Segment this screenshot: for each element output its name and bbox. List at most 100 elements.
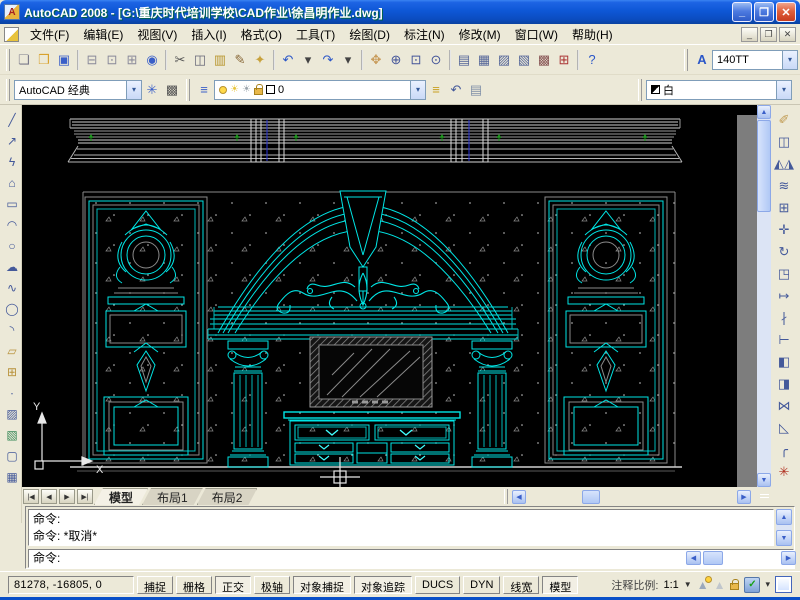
pan-icon[interactable]: ✥ [366, 49, 386, 71]
chamfer-icon[interactable]: ◺ [773, 417, 795, 439]
line-icon[interactable]: ╱ [3, 109, 22, 130]
status-toggle[interactable]: 对象捕捉 [293, 576, 351, 594]
undo-icon[interactable]: ↶ [278, 49, 298, 71]
tab-nav-last[interactable]: ▶| [77, 489, 93, 504]
command-scrollbar[interactable]: ▲ ▼ [776, 509, 792, 546]
scroll-down-arrow[interactable]: ▼ [776, 530, 792, 546]
copy-icon[interactable]: ◫ [773, 131, 795, 153]
zoom-realtime-icon[interactable]: ⊕ [386, 49, 406, 71]
toolbar-separator[interactable] [273, 50, 275, 70]
status-toggle[interactable]: 正交 [215, 576, 251, 594]
join-icon[interactable]: ⋈ [773, 395, 795, 417]
drawing-viewport[interactable]: Y X [22, 105, 757, 487]
command-history[interactable]: 命令:命令: *取消* [28, 509, 774, 546]
menu-item[interactable]: 视图(V) [130, 27, 184, 43]
ellipse-icon[interactable]: ◯ [3, 298, 22, 319]
tab-nav-next[interactable]: ▶ [59, 489, 75, 504]
explode-icon[interactable]: ✳ [773, 461, 795, 483]
plot-preview-icon[interactable]: ⊡ [102, 49, 122, 71]
scroll-up-arrow[interactable]: ▲ [757, 105, 771, 119]
make-block-icon[interactable]: ⊞ [3, 361, 22, 382]
doc-restore-button[interactable]: ❐ [760, 27, 777, 42]
spline-icon[interactable]: ∿ [3, 277, 22, 298]
ellipse-arc-icon[interactable]: ◝ [3, 319, 22, 340]
status-toggle[interactable]: 栅格 [176, 576, 212, 594]
status-toggle[interactable]: 捕捉 [137, 576, 173, 594]
horizontal-scroll-thumb[interactable] [703, 551, 723, 565]
layer-combo[interactable]: ☀ ☀ 0 ▾ [214, 80, 426, 100]
menu-item[interactable]: 插入(I) [184, 27, 233, 43]
mirror-icon[interactable]: ◭◮ [773, 153, 795, 175]
command-input[interactable]: 命令: [28, 549, 794, 568]
toolbar-separator[interactable] [165, 50, 167, 70]
workspace-settings-icon[interactable]: ✳ [142, 79, 162, 101]
gradient-icon[interactable]: ▧ [3, 424, 22, 445]
chevron-down-icon[interactable]: ▾ [126, 81, 141, 99]
annotation-scale-value[interactable]: 1:1 [663, 579, 678, 591]
toolbar-grip[interactable] [6, 49, 10, 71]
toolbar-grip[interactable] [638, 79, 642, 101]
region-icon[interactable]: ▢ [3, 445, 22, 466]
open-folder-icon[interactable]: ❒ [34, 49, 54, 71]
plot-icon[interactable]: ⊟ [82, 49, 102, 71]
markup-set-manager-icon[interactable]: ▩ [534, 49, 554, 71]
stretch-icon[interactable]: ↦ [773, 285, 795, 307]
status-menu-arrow-icon[interactable]: ▾ [765, 579, 770, 590]
move-icon[interactable]: ✛ [773, 219, 795, 241]
chevron-down-icon[interactable]: ▾ [776, 81, 791, 99]
scale-icon[interactable]: ◳ [773, 263, 795, 285]
hscroll-right-arrow[interactable]: ▶ [781, 551, 796, 565]
quickcalc-icon[interactable]: ⊞ [554, 49, 574, 71]
tab-scroll-splitter[interactable] [504, 489, 508, 504]
toolbar-separator[interactable] [77, 50, 79, 70]
block-editor-icon[interactable]: ✦ [250, 49, 270, 71]
extend-icon[interactable]: ⊢ [773, 329, 795, 351]
menu-item[interactable]: 标注(N) [397, 27, 452, 43]
sheet-set-manager-icon[interactable]: ▧ [514, 49, 534, 71]
tool-palettes-icon[interactable]: ▨ [494, 49, 514, 71]
chevron-down-icon[interactable]: ▾ [410, 81, 425, 99]
break-icon[interactable]: ◨ [773, 373, 795, 395]
zoom-window-icon[interactable]: ⊡ [406, 49, 426, 71]
make-object-layer-current-icon[interactable]: ≡ [426, 79, 446, 101]
hatch-icon[interactable]: ▨ [3, 403, 22, 424]
insert-block-icon[interactable]: ▱ [3, 340, 22, 361]
undo-dropdown-icon[interactable]: ▾ [298, 49, 318, 71]
break-at-point-icon[interactable]: ◧ [773, 351, 795, 373]
annotation-scale-arrow-icon[interactable]: ▼ [684, 580, 692, 589]
layer-states-manager-icon[interactable]: ▤ [466, 79, 486, 101]
menu-item[interactable]: 修改(M) [452, 27, 508, 43]
match-properties-icon[interactable]: ✎ [230, 49, 250, 71]
erase-icon[interactable]: ✐ [773, 109, 795, 131]
status-toggle[interactable]: 线宽 [503, 576, 539, 594]
layout-tab[interactable]: 布局1 [142, 488, 203, 505]
fillet-icon[interactable]: ╭ [773, 439, 795, 461]
rectangle-icon[interactable]: ▭ [3, 193, 22, 214]
color-combo[interactable]: 白 ▾ [646, 80, 792, 100]
hscroll-right-arrow[interactable]: ▶ [737, 490, 751, 504]
layout-tab[interactable]: 模型 [94, 488, 148, 505]
scroll-down-arrow[interactable]: ▼ [757, 473, 771, 487]
zoom-previous-icon[interactable]: ⊙ [426, 49, 446, 71]
menu-item[interactable]: 编辑(E) [76, 27, 130, 43]
workspace-save-icon[interactable]: ▩ [162, 79, 182, 101]
redo-dropdown-icon[interactable]: ▾ [338, 49, 358, 71]
toolbar-grip[interactable] [684, 49, 688, 71]
help-icon[interactable]: ? [582, 49, 602, 71]
menu-item[interactable]: 文件(F) [23, 27, 76, 43]
array-icon[interactable]: ⊞ [773, 197, 795, 219]
designcenter-icon[interactable]: ▦ [474, 49, 494, 71]
scroll-up-arrow[interactable]: ▲ [776, 509, 792, 525]
trim-icon[interactable]: ∤ [773, 307, 795, 329]
doc-close-button[interactable]: ✕ [779, 27, 796, 42]
status-toggle[interactable]: 模型 [542, 576, 578, 594]
vertical-scrollbar[interactable]: ▲ ▼ [757, 105, 771, 487]
interface-lock-check-icon[interactable]: ✓ [744, 577, 760, 593]
hscroll-left-arrow[interactable]: ◀ [512, 490, 526, 504]
status-toggle[interactable]: 极轴 [254, 576, 290, 594]
new-file-icon[interactable]: ❏ [14, 49, 34, 71]
menu-item[interactable]: 帮助(H) [565, 27, 620, 43]
toolbar-separator[interactable] [577, 50, 579, 70]
toolbar-separator[interactable] [449, 50, 451, 70]
restore-button[interactable]: ❐ [754, 2, 774, 22]
